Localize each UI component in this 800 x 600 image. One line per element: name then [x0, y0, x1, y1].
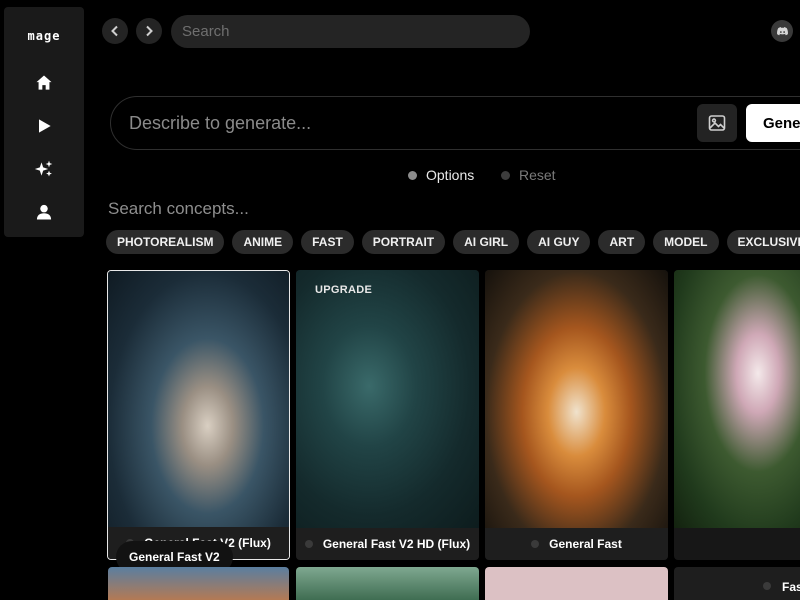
card-image-tiger	[485, 270, 668, 528]
chip-fast[interactable]: FAST	[301, 230, 354, 254]
chip-ai-guy[interactable]: AI GUY	[527, 230, 591, 254]
play-icon	[39, 119, 51, 133]
model-card-row2-3[interactable]	[485, 567, 668, 600]
model-card-general-fast[interactable]: General Fast	[485, 270, 668, 560]
reset-button[interactable]: Reset	[501, 167, 556, 183]
chip-photorealism[interactable]: PHOTOREALISM	[106, 230, 225, 254]
back-button[interactable]	[102, 18, 128, 44]
chip-model[interactable]: MODEL	[653, 230, 719, 254]
sidebar-item-play[interactable]	[26, 108, 62, 144]
chip-exclusive[interactable]: EXCLUSIVE	[726, 230, 800, 254]
concept-search-input[interactable]	[108, 198, 408, 220]
card-label: General Fast	[549, 537, 622, 551]
card-footer: General Fast V2 HD (Flux)	[296, 528, 479, 560]
model-card-row2-2[interactable]	[296, 567, 479, 600]
options-toggle[interactable]: Options	[408, 167, 474, 183]
chip-ai-girl[interactable]: AI GIRL	[453, 230, 520, 254]
upgrade-badge: UPGRADE	[315, 284, 373, 296]
model-card-general-fast-v2-hd-flux[interactable]: UPGRADE General Fast V2 HD (Flux)	[296, 270, 479, 560]
card-footer: General Fast	[485, 528, 668, 560]
reset-dot	[501, 170, 510, 180]
user-icon	[36, 204, 52, 220]
card-label: Fas	[782, 580, 800, 594]
forward-button[interactable]	[136, 18, 162, 44]
options-dot	[408, 170, 417, 180]
chevron-right-icon	[146, 25, 153, 37]
model-card-flower[interactable]	[674, 270, 800, 560]
chevron-left-icon	[111, 25, 118, 37]
discord-icon	[776, 26, 788, 35]
card-image-flower	[674, 270, 800, 528]
model-card-row2-1[interactable]	[108, 567, 289, 600]
home-icon	[36, 75, 52, 90]
discord-button[interactable]	[771, 20, 793, 42]
chip-art[interactable]: ART	[598, 230, 646, 254]
card-status-dot	[304, 540, 313, 548]
sparkles-icon	[34, 160, 53, 177]
generate-button[interactable]: Generate	[746, 104, 800, 142]
chip-anime[interactable]: ANIME	[232, 230, 294, 254]
card-label: General Fast V2 HD (Flux)	[322, 537, 471, 551]
image-icon	[708, 115, 726, 131]
model-card-general-fast-v2-flux[interactable]: General Fast V2 (Flux)	[107, 270, 290, 560]
card-status-dot	[531, 540, 540, 548]
chip-portrait[interactable]: PORTRAIT	[361, 230, 446, 254]
sidebar-item-home[interactable]	[26, 65, 62, 101]
prompt-input[interactable]	[129, 97, 689, 149]
card-image-sorceress	[296, 270, 479, 528]
search-input[interactable]	[171, 15, 530, 48]
model-card-row2-4[interactable]: Fas	[674, 567, 800, 600]
card-image-wizard	[108, 271, 289, 529]
sidebar-item-create[interactable]	[26, 151, 62, 187]
options-label: Options	[426, 167, 475, 183]
card-status-dot	[763, 582, 771, 590]
sidebar: mage	[4, 7, 84, 237]
sidebar-item-profile[interactable]	[26, 194, 62, 230]
concept-chips: PHOTOREALISM ANIME FAST PORTRAIT AI GIRL AI G…	[106, 230, 800, 254]
logo[interactable]: mage	[4, 29, 84, 43]
reset-label: Reset	[519, 167, 556, 183]
image-upload-button[interactable]	[697, 104, 737, 142]
